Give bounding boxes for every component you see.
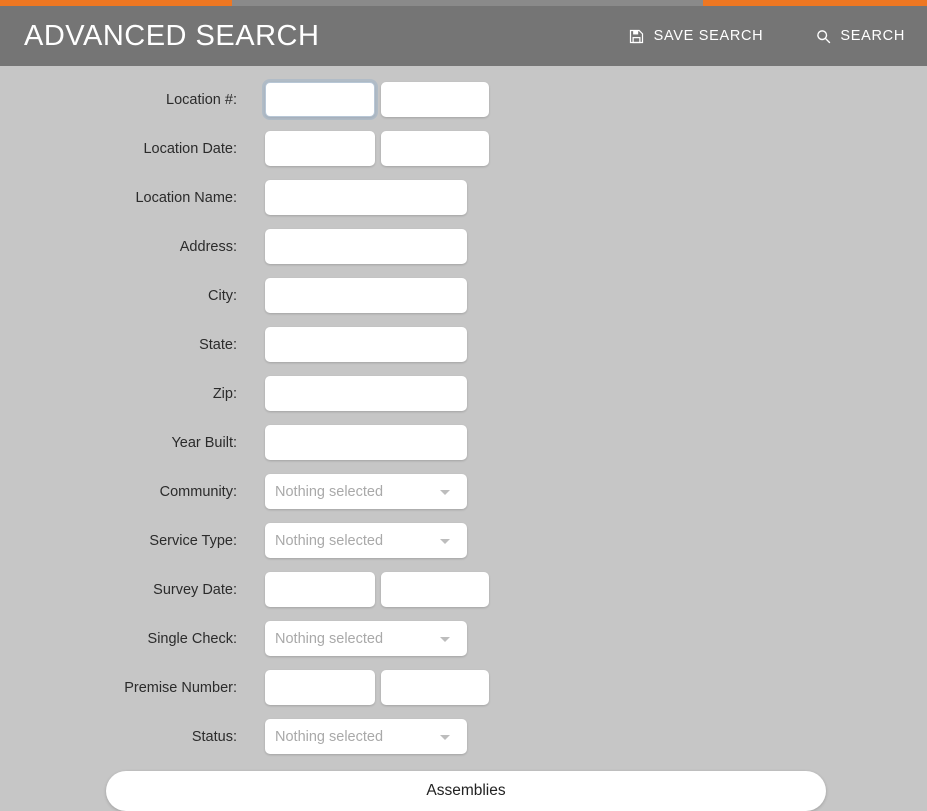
save-search-button[interactable]: SAVE SEARCH <box>629 28 764 44</box>
status-select[interactable]: Nothing selected <box>265 719 467 754</box>
field-zone-address <box>265 229 467 264</box>
survey-date-to-input[interactable] <box>381 572 489 607</box>
chevron-down-icon <box>440 538 450 544</box>
location-date-from-input[interactable] <box>265 131 375 166</box>
search-icon <box>815 28 831 44</box>
chevron-down-icon <box>440 734 450 740</box>
location-number-to-input[interactable] <box>381 82 489 117</box>
form-row-status: Status: Nothing selected <box>0 712 927 761</box>
chevron-down-icon <box>440 636 450 642</box>
field-zone-city <box>265 278 467 313</box>
label-address: Address: <box>179 238 237 255</box>
address-input[interactable] <box>265 229 467 264</box>
save-icon <box>629 28 645 44</box>
zip-input[interactable] <box>265 376 467 411</box>
label-status: Status: <box>191 728 237 745</box>
premise-number-to-input[interactable] <box>381 670 489 705</box>
label-year-built: Year Built: <box>171 434 237 451</box>
premise-number-from-input[interactable] <box>265 670 375 705</box>
search-label: SEARCH <box>840 28 905 44</box>
advanced-search-form: Location #: Location Date: Location Name… <box>0 66 927 761</box>
label-state: State: <box>199 336 237 353</box>
form-row-location-date: Location Date: <box>0 124 927 173</box>
save-search-label: SAVE SEARCH <box>653 28 764 44</box>
field-zone-service-type: Nothing selected <box>265 523 467 558</box>
label-location-date: Location Date: <box>143 140 237 157</box>
label-location-name: Location Name: <box>135 189 237 206</box>
assemblies-button[interactable]: Assemblies <box>106 771 826 811</box>
field-zone-zip <box>265 376 467 411</box>
chevron-down-icon <box>440 489 450 495</box>
single-check-select-value: Nothing selected <box>275 630 384 647</box>
header-actions: SAVE SEARCH SEARCH <box>629 28 905 44</box>
form-row-location-number: Location #: <box>0 75 927 124</box>
app-header: ADVANCED SEARCH SAVE SEARCH SEARCH <box>0 6 927 66</box>
assemblies-section: Assemblies <box>0 761 927 811</box>
label-service-type: Service Type: <box>149 532 237 549</box>
location-name-input[interactable] <box>265 180 467 215</box>
field-zone-location-date <box>265 131 489 166</box>
form-row-service-type: Service Type: Nothing selected <box>0 516 927 565</box>
field-zone-location-number <box>265 82 489 117</box>
field-zone-premise-number <box>265 670 489 705</box>
status-select-value: Nothing selected <box>275 728 384 745</box>
single-check-select[interactable]: Nothing selected <box>265 621 467 656</box>
community-select-value: Nothing selected <box>275 483 384 500</box>
field-zone-location-name <box>265 180 467 215</box>
year-built-input[interactable] <box>265 425 467 460</box>
form-row-address: Address: <box>0 222 927 271</box>
form-row-community: Community: Nothing selected <box>0 467 927 516</box>
field-zone-year-built <box>265 425 467 460</box>
search-button[interactable]: SEARCH <box>815 28 905 44</box>
label-survey-date: Survey Date: <box>153 581 237 598</box>
label-zip: Zip: <box>212 385 237 402</box>
form-row-year-built: Year Built: <box>0 418 927 467</box>
field-zone-status: Nothing selected <box>265 719 467 754</box>
label-single-check: Single Check: <box>147 630 237 647</box>
state-input[interactable] <box>265 327 467 362</box>
label-city: City: <box>208 287 237 304</box>
service-type-select-value: Nothing selected <box>275 532 384 549</box>
form-row-city: City: <box>0 271 927 320</box>
form-row-survey-date: Survey Date: <box>0 565 927 614</box>
page-title: ADVANCED SEARCH <box>24 19 320 52</box>
field-zone-survey-date <box>265 572 489 607</box>
survey-date-from-input[interactable] <box>265 572 375 607</box>
form-row-zip: Zip: <box>0 369 927 418</box>
field-zone-community: Nothing selected <box>265 474 467 509</box>
location-date-to-input[interactable] <box>381 131 489 166</box>
field-zone-state <box>265 327 467 362</box>
label-premise-number: Premise Number: <box>124 679 237 696</box>
form-row-location-name: Location Name: <box>0 173 927 222</box>
label-community: Community: <box>159 483 237 500</box>
city-input[interactable] <box>265 278 467 313</box>
location-number-from-input[interactable] <box>265 82 375 117</box>
service-type-select[interactable]: Nothing selected <box>265 523 467 558</box>
field-zone-single-check: Nothing selected <box>265 621 467 656</box>
form-row-premise-number: Premise Number: <box>0 663 927 712</box>
form-row-single-check: Single Check: Nothing selected <box>0 614 927 663</box>
label-location-number: Location #: <box>166 91 237 108</box>
community-select[interactable]: Nothing selected <box>265 474 467 509</box>
form-row-state: State: <box>0 320 927 369</box>
